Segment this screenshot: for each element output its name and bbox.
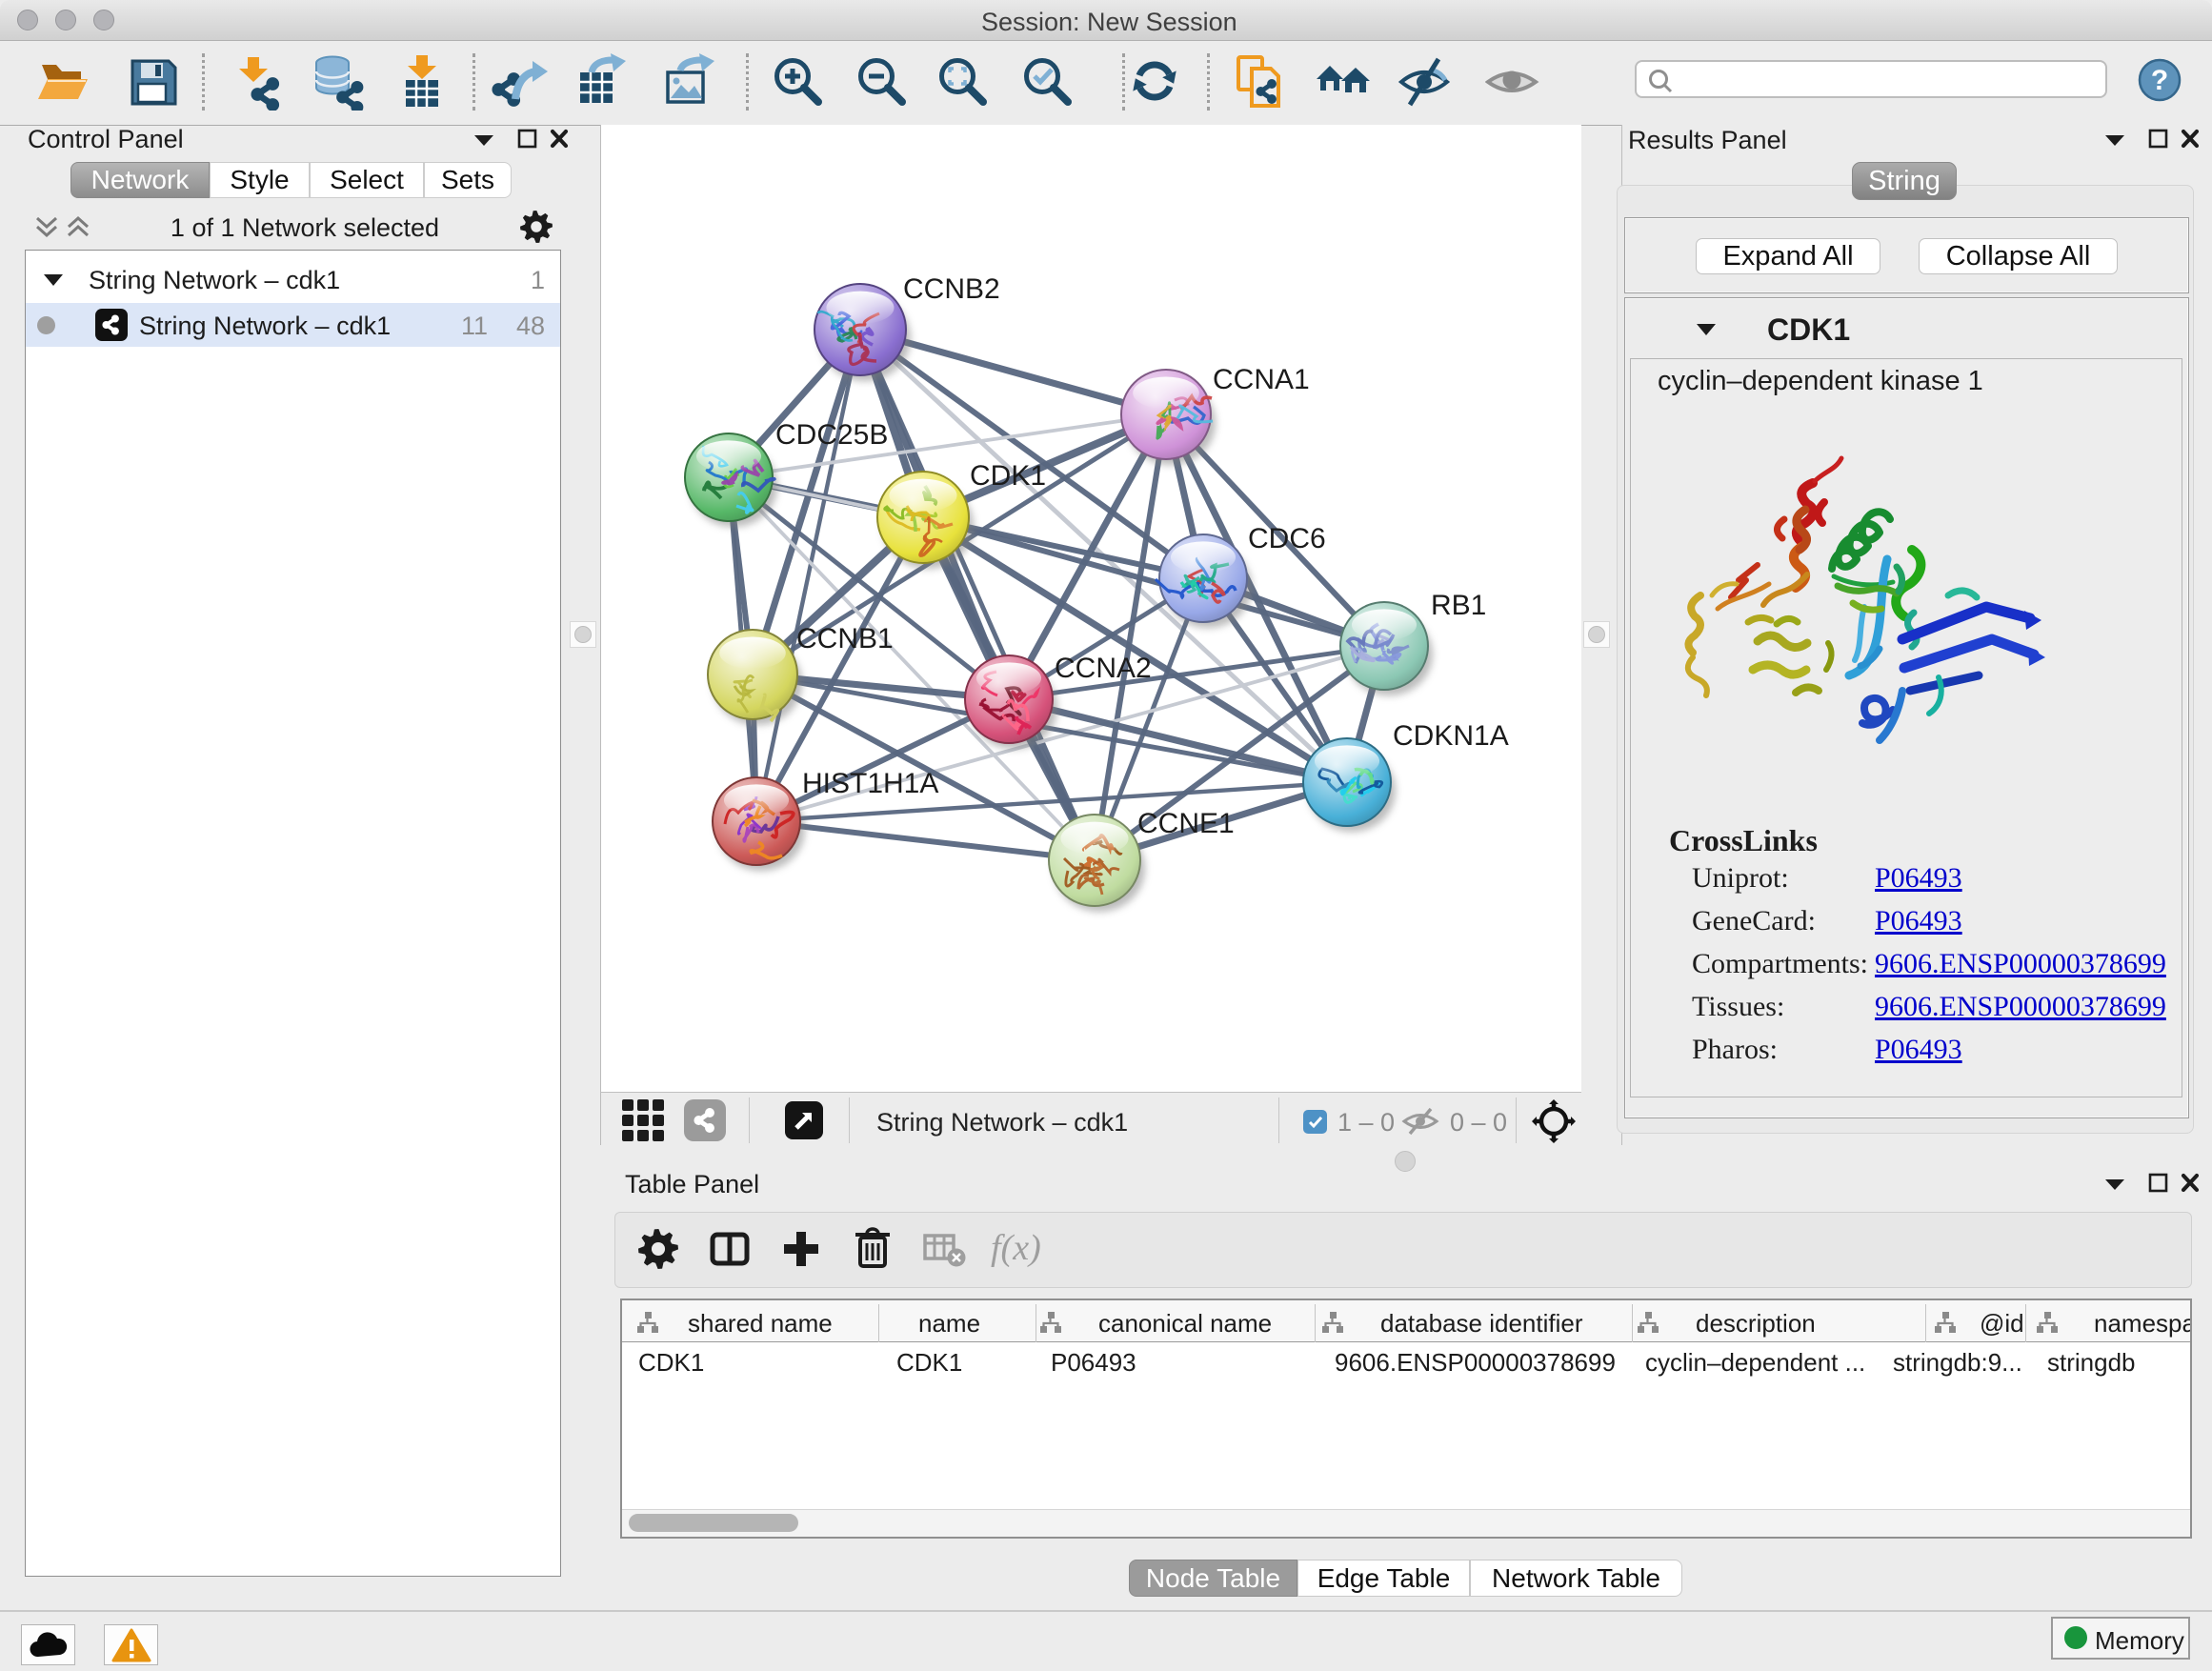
svg-text:CDK1: CDK1 [970,460,1046,492]
svg-text:CCNB1: CCNB1 [796,623,894,654]
svg-text:CDC25B: CDC25B [775,419,888,451]
svg-text:HIST1H1A: HIST1H1A [802,768,938,799]
svg-text:CDC6: CDC6 [1248,523,1326,554]
svg-text:CDKN1A: CDKN1A [1393,720,1509,752]
svg-text:CCNB2: CCNB2 [903,273,1000,305]
svg-text:CCNE1: CCNE1 [1137,808,1235,839]
svg-text:?: ? [2151,65,2168,96]
svg-text:CCNA1: CCNA1 [1213,364,1310,395]
svg-text:CCNA2: CCNA2 [1055,653,1152,684]
svg-text:RB1: RB1 [1431,590,1486,621]
